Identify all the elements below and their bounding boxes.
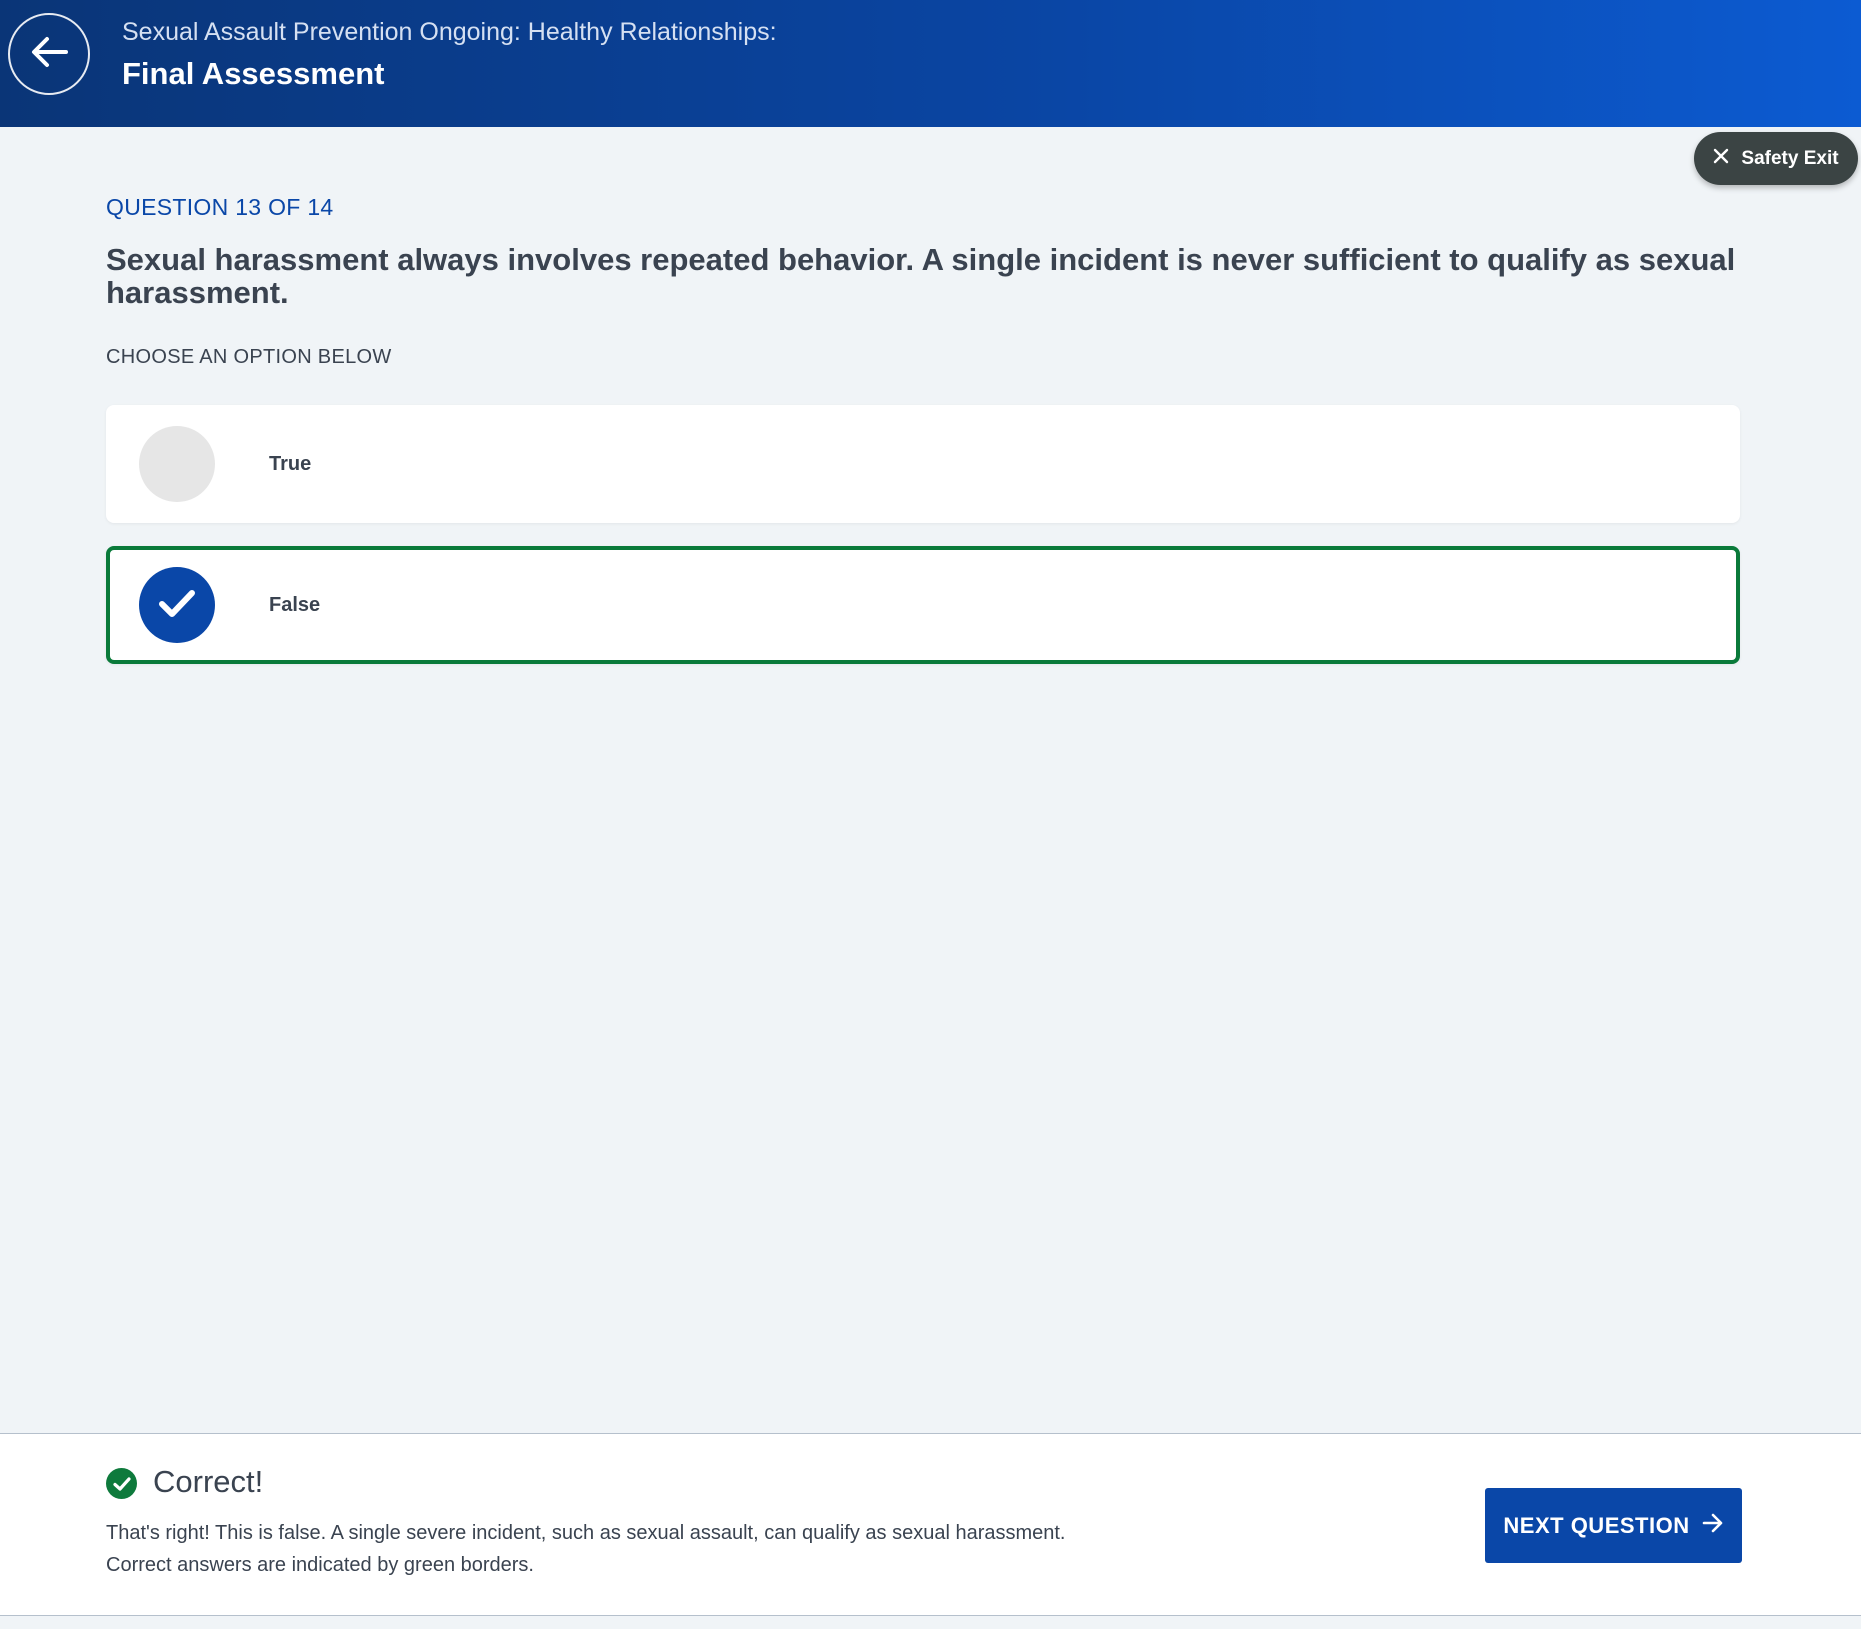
feedback-note: Correct answers are indicated by green b… bbox=[106, 1554, 534, 1576]
course-title: Sexual Assault Prevention Ongoing: Healt… bbox=[122, 18, 777, 46]
question-instruction: CHOOSE AN OPTION BELOW bbox=[106, 346, 392, 368]
next-question-label: NEXT QUESTION bbox=[1503, 1512, 1690, 1538]
question-text: Sexual harassment always involves repeat… bbox=[106, 242, 1736, 310]
safety-exit-button[interactable]: Safety Exit bbox=[1694, 132, 1858, 185]
arrow-left-icon bbox=[30, 35, 68, 74]
feedback-panel: Correct! That's right! This is false. A … bbox=[0, 1433, 1861, 1616]
option-label: True bbox=[269, 453, 312, 475]
header-bar: Sexual Assault Prevention Ongoing: Healt… bbox=[0, 0, 1861, 127]
question-counter: QUESTION 13 OF 14 bbox=[106, 194, 334, 220]
assessment-page: Sexual Assault Prevention Ongoing: Healt… bbox=[0, 0, 1861, 1629]
back-button[interactable] bbox=[8, 13, 90, 95]
arrow-right-icon bbox=[1702, 1513, 1724, 1539]
option-false[interactable]: False bbox=[106, 546, 1740, 664]
option-radio-selected[interactable] bbox=[139, 567, 215, 643]
close-icon bbox=[1713, 148, 1729, 170]
check-circle-icon bbox=[106, 1468, 137, 1499]
option-true[interactable]: True bbox=[106, 405, 1740, 523]
option-label: False bbox=[269, 594, 321, 616]
feedback-title: Correct! bbox=[153, 1464, 264, 1499]
feedback-message: That's right! This is false. A single se… bbox=[106, 1522, 1066, 1544]
safety-exit-label: Safety Exit bbox=[1741, 147, 1839, 169]
next-question-button[interactable]: NEXT QUESTION bbox=[1485, 1488, 1742, 1563]
option-radio[interactable] bbox=[139, 426, 215, 502]
checkmark-icon bbox=[157, 587, 197, 624]
bottom-strip bbox=[0, 1616, 1861, 1629]
page-title: Final Assessment bbox=[122, 56, 385, 91]
